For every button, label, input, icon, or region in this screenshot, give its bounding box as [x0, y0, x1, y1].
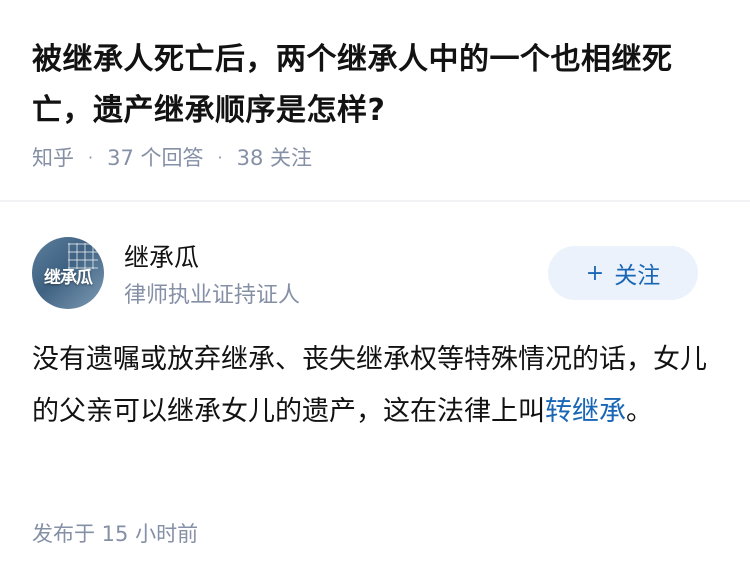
published-time: 发布于 15 小时前 — [32, 522, 199, 546]
answers-count[interactable]: 37 个回答 — [107, 142, 203, 172]
question-meta: 知乎 · 37 个回答 · 38 关注 — [32, 142, 312, 172]
source-label[interactable]: 知乎 — [32, 142, 74, 172]
answer-text-end: 。 — [626, 396, 653, 427]
followers-count[interactable]: 38 关注 — [237, 142, 312, 172]
avatar-logo-text: 继承瓜 — [44, 268, 93, 288]
author-title: 律师执业证持证人 — [124, 283, 301, 308]
follow-button[interactable]: + 关注 — [548, 246, 698, 300]
answer-content[interactable]: 没有遗嘱或放弃继承、丧失继承权等特殊情况的话，女儿的父亲可以继承女儿的遗产，这在… — [32, 334, 722, 438]
avatar[interactable]: 继承瓜 — [32, 237, 104, 309]
question-header: 被继承人死亡后，两个继承人中的一个也相继死亡，遗产继承顺序是怎样? 知乎 · 3… — [0, 0, 750, 200]
plus-icon: + — [585, 260, 605, 286]
answer-link[interactable]: 转继承 — [545, 396, 626, 427]
author-name[interactable]: 继承瓜 — [124, 238, 199, 274]
separator-dot: · — [88, 147, 94, 167]
answer-card: 继承瓜 继承瓜 律师执业证持证人 + 关注 没有遗嘱或放弃继承、丧失继承权等特殊… — [0, 202, 750, 586]
question-title[interactable]: 被继承人死亡后，两个继承人中的一个也相继死亡，遗产继承顺序是怎样? — [32, 34, 722, 136]
follow-label: 关注 — [614, 263, 661, 289]
separator-dot: · — [217, 147, 223, 167]
